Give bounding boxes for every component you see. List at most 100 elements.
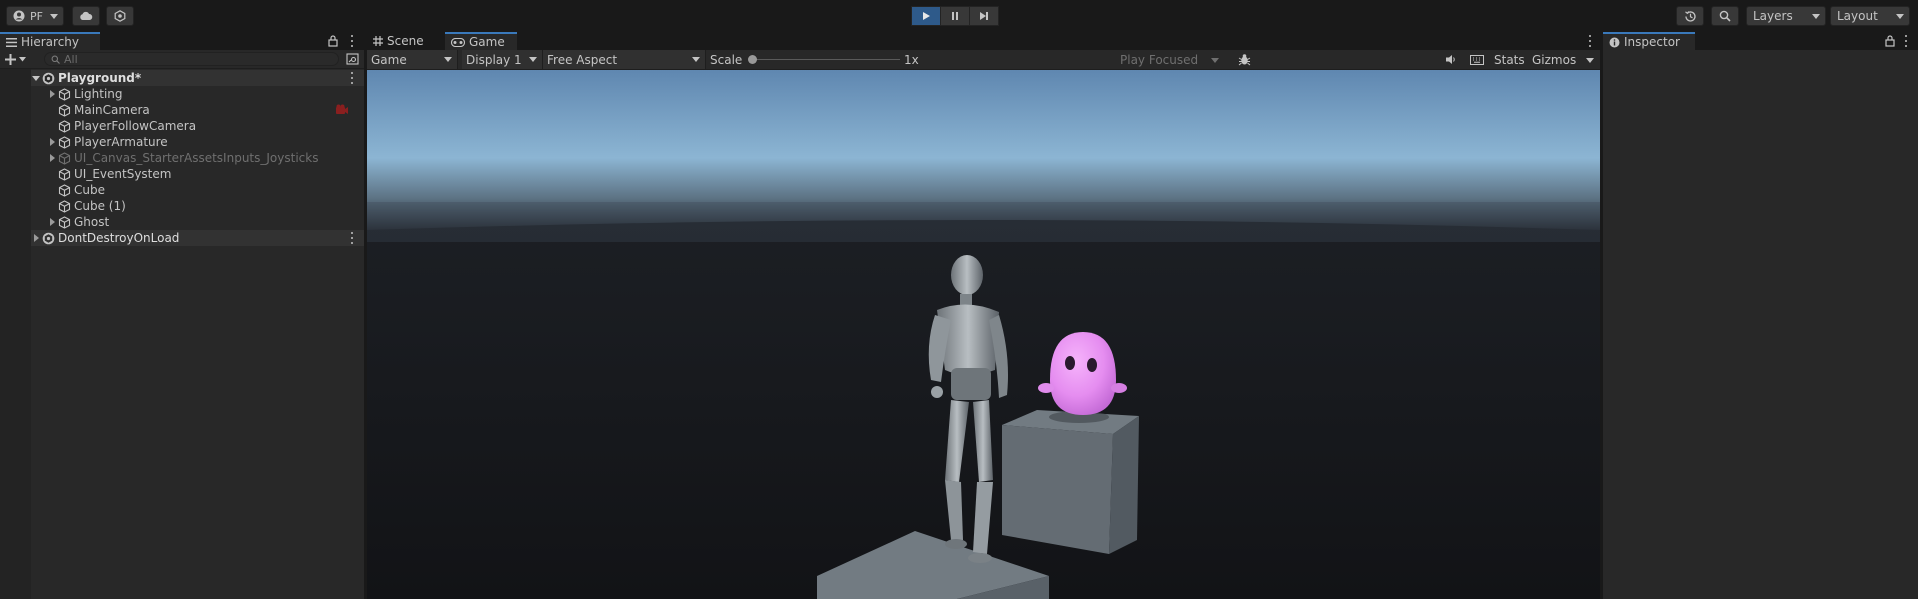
gizmos-dropdown[interactable]: Gizmos [1532, 50, 1596, 69]
scene-visibility-icon[interactable] [346, 53, 359, 65]
scale-slider-handle[interactable] [748, 55, 757, 64]
scene-row-dontdestroyonload[interactable]: DontDestroyOnLoad [31, 230, 364, 246]
inspector-menu-icon[interactable] [1901, 34, 1911, 48]
game-view-mode-dropdown[interactable]: Game [367, 50, 458, 69]
scene-row-playground[interactable]: Playground* [31, 70, 364, 86]
item-label: UI_Canvas_StarterAssetsInputs_Joysticks [74, 151, 319, 165]
expand-arrow-icon[interactable] [47, 134, 57, 150]
gizmos-label: Gizmos [1532, 52, 1577, 67]
scene-menu-icon[interactable] [347, 231, 357, 245]
history-icon [1684, 10, 1697, 23]
plus-icon [5, 53, 16, 65]
cloud-icon [79, 11, 93, 21]
hierarchy-toolbar: All [0, 50, 364, 69]
layout-label: Layout [1837, 9, 1878, 23]
list-icon [6, 37, 17, 47]
item-label: Cube (1) [74, 199, 126, 213]
scene-label: DontDestroyOnLoad [58, 231, 180, 245]
expand-arrow-icon[interactable] [31, 230, 41, 246]
hierarchy-search-input[interactable]: All [44, 52, 339, 66]
inspector-panel: Inspector [1603, 32, 1918, 599]
scale-slider[interactable] [748, 55, 900, 64]
gameobject-cube-icon [57, 87, 71, 101]
tab-inspector[interactable]: Inspector [1603, 32, 1695, 50]
bug-icon [1238, 53, 1251, 66]
tab-hierarchy[interactable]: Hierarchy [0, 32, 100, 50]
inspector-content [1603, 50, 1918, 599]
gameobject-cube-icon [57, 103, 71, 117]
item-label: UI_EventSystem [74, 167, 172, 181]
hierarchy-panel: Hierarchy All Playground* Lighting MainC… [0, 32, 364, 599]
shortcuts-button[interactable] [1470, 50, 1484, 69]
hierarchy-item-playerarmature[interactable]: PlayerArmature [31, 134, 364, 150]
scale-control: Scale [710, 50, 910, 69]
hierarchy-item-ghost[interactable]: Ghost [31, 214, 364, 230]
play-mode-label: Play Focused [1120, 52, 1199, 67]
account-dropdown[interactable]: PF [6, 6, 64, 26]
item-label: Ghost [74, 215, 110, 229]
item-label: Lighting [74, 87, 123, 101]
layout-dropdown[interactable]: Layout [1830, 6, 1910, 26]
gameobject-cube-icon [57, 183, 71, 197]
chevron-down-icon [19, 56, 26, 62]
gameobject-cube-icon [57, 167, 71, 181]
scene-label: Playground* [58, 71, 142, 85]
keyboard-icon [1470, 54, 1484, 65]
hierarchy-gutter [0, 69, 31, 599]
display-dropdown[interactable]: Display 1 [462, 50, 543, 69]
expand-arrow-icon[interactable] [47, 150, 57, 166]
game-viewport[interactable] [367, 70, 1600, 599]
info-icon [1609, 37, 1620, 48]
lock-icon[interactable] [328, 35, 338, 47]
collab-button[interactable] [106, 6, 134, 26]
tab-game-label: Game [469, 35, 505, 49]
hierarchy-item-lighting[interactable]: Lighting [31, 86, 364, 102]
game-panel-menu-icon[interactable] [1585, 34, 1595, 48]
hierarchy-item-ui-eventsystem[interactable]: UI_EventSystem [31, 166, 364, 182]
tab-scene[interactable]: Scene [367, 32, 445, 50]
debug-button[interactable] [1238, 50, 1251, 69]
play-mode-dropdown[interactable]: Play Focused [1120, 50, 1223, 69]
view-mode-label: Game [371, 52, 407, 67]
hierarchy-item-cube[interactable]: Cube [31, 182, 364, 198]
hierarchy-item-playerfollowcamera[interactable]: PlayerFollowCamera [31, 118, 364, 134]
hierarchy-item-cube-1[interactable]: Cube (1) [31, 198, 364, 214]
search-button[interactable] [1711, 6, 1739, 26]
expand-arrow-icon[interactable] [47, 214, 57, 230]
play-controls [911, 6, 999, 26]
unity-scene-icon [41, 231, 55, 245]
step-icon [979, 11, 989, 21]
history-button[interactable] [1676, 6, 1704, 26]
play-button[interactable] [911, 6, 941, 26]
unity-scene-icon [41, 71, 55, 85]
gamepad-icon [451, 37, 465, 47]
pause-button[interactable] [940, 6, 970, 26]
display-label: Display 1 [466, 52, 522, 67]
lock-icon[interactable] [1885, 35, 1895, 47]
expand-arrow-icon[interactable] [47, 86, 57, 102]
hierarchy-item-ui-canvas[interactable]: UI_Canvas_StarterAssetsInputs_Joysticks [31, 150, 364, 166]
stats-button[interactable]: Stats [1494, 50, 1525, 69]
search-icon [1719, 10, 1731, 22]
expand-arrow-icon[interactable] [31, 70, 41, 86]
hierarchy-item-maincamera[interactable]: MainCamera [31, 102, 364, 118]
tab-game[interactable]: Game [445, 32, 517, 50]
layers-dropdown[interactable]: Layers [1746, 6, 1826, 26]
center-tabbar: Scene Game [367, 32, 1600, 50]
account-label: PF [30, 9, 43, 23]
hierarchy-tree: Playground* Lighting MainCamera PlayerFo… [0, 69, 364, 599]
search-placeholder: All [64, 52, 78, 66]
game-render [367, 70, 1600, 599]
grid-icon [373, 36, 383, 46]
gameobject-cube-icon [57, 215, 71, 229]
collab-icon [114, 10, 126, 22]
hierarchy-menu-icon[interactable] [347, 34, 357, 48]
scene-menu-icon[interactable] [347, 71, 357, 85]
mute-audio-button[interactable] [1445, 50, 1457, 69]
create-button[interactable] [5, 52, 35, 66]
step-button[interactable] [969, 6, 999, 26]
cloud-button[interactable] [72, 6, 100, 26]
aspect-dropdown[interactable]: Free Aspect [543, 50, 706, 69]
layers-label: Layers [1753, 9, 1793, 23]
scale-value-label: 1x [904, 52, 919, 67]
